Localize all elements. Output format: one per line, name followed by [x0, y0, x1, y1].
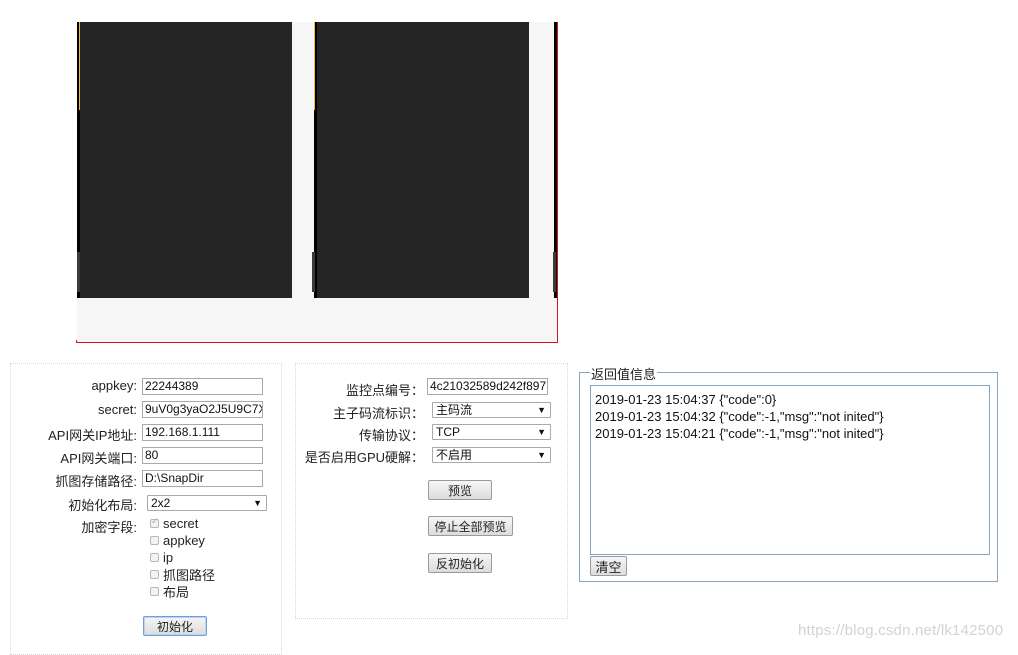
api-ip-label: API网关IP地址:	[48, 428, 137, 443]
video-pane-1[interactable]	[80, 22, 292, 298]
chevron-down-icon: ▼	[537, 450, 546, 460]
layout-select[interactable]: 2x2 ▼	[147, 495, 267, 511]
checkbox-label: 布局	[163, 585, 190, 600]
checkbox-icon[interactable]	[150, 536, 159, 545]
encrypt-option-appkey[interactable]: appkey	[150, 532, 205, 549]
preview-button[interactable]: 预览	[428, 480, 492, 500]
appkey-input[interactable]: 22244389	[142, 378, 263, 395]
checkbox-label: ip	[163, 550, 174, 565]
encrypt-option-secret[interactable]: secret	[150, 515, 198, 532]
secret-label: secret:	[97, 402, 137, 417]
log-line: 2019-01-23 15:04:21 {"code":-1,"msg":"no…	[595, 426, 884, 441]
snap-dir-label: 抓图存储路径:	[55, 474, 137, 489]
protocol-select[interactable]: TCP ▼	[432, 424, 551, 440]
encrypt-label: 加密字段:	[81, 520, 137, 535]
layout-label: 初始化布局:	[68, 498, 137, 513]
result-legend: 返回值信息	[590, 364, 658, 383]
video-pane-2[interactable]	[317, 22, 529, 298]
selected-pane-indicator	[314, 22, 315, 110]
checkbox-icon[interactable]	[150, 587, 159, 596]
checkbox-icon[interactable]	[150, 570, 159, 579]
watermark: https://blog.csdn.net/lk142500	[798, 622, 1004, 639]
stream-type-label: 主子码流标识：	[332, 406, 424, 421]
checkbox-label: appkey	[163, 533, 205, 548]
api-ip-input[interactable]: 192.168.1.111	[142, 424, 263, 441]
encrypt-option-snap-path[interactable]: 抓图路径	[150, 566, 215, 583]
protocol-label: 传输协议：	[358, 428, 424, 443]
uninit-button[interactable]: 反初始化	[428, 553, 492, 573]
clear-button[interactable]: 清空	[590, 556, 627, 576]
gpu-decode-label: 是否启用GPU硬解：	[304, 450, 424, 465]
log-line: 2019-01-23 15:04:32 {"code":-1,"msg":"no…	[595, 409, 884, 424]
init-button[interactable]: 初始化	[143, 616, 207, 636]
checkbox-checked-icon[interactable]	[150, 516, 159, 528]
log-line: 2019-01-23 15:04:37 {"code":0}	[595, 392, 777, 407]
encrypt-option-ip[interactable]: ip	[150, 549, 173, 566]
result-fieldset: 返回值信息 2019-01-23 15:04:37 {"code":0} 201…	[579, 364, 998, 582]
video-pane-bar	[553, 252, 556, 292]
secret-input[interactable]: 9uV0g3yaO2J5U9C7X	[142, 401, 263, 418]
api-port-input[interactable]: 80	[142, 447, 263, 464]
chevron-down-icon: ▼	[537, 405, 546, 415]
checkbox-label: secret	[163, 516, 199, 531]
checkbox-icon[interactable]	[150, 553, 159, 562]
result-log-textarea[interactable]: 2019-01-23 15:04:37 {"code":0} 2019-01-2…	[590, 385, 990, 555]
stream-type-value: 主码流	[436, 403, 473, 417]
camera-code-input[interactable]: 4c21032589d242f897	[427, 378, 548, 395]
layout-select-value: 2x2	[151, 496, 171, 510]
chevron-down-icon: ▼	[537, 427, 546, 437]
video-pane-bar	[312, 252, 315, 292]
gpu-decode-value: 不启用	[436, 448, 473, 462]
appkey-label: appkey:	[91, 378, 137, 393]
api-port-label: API网关端口:	[60, 451, 137, 466]
stop-all-preview-button[interactable]: 停止全部预览	[428, 516, 513, 536]
gpu-decode-select[interactable]: 不启用 ▼	[432, 447, 551, 463]
encrypt-option-layout[interactable]: 布局	[150, 583, 189, 600]
protocol-value: TCP	[436, 425, 460, 439]
chevron-down-icon: ▼	[253, 498, 262, 508]
video-container	[76, 22, 558, 343]
snap-dir-input[interactable]: D:\SnapDir	[142, 470, 263, 487]
selected-pane-indicator	[79, 22, 80, 110]
stream-type-select[interactable]: 主码流 ▼	[432, 402, 551, 418]
camera-code-label: 监控点编号：	[345, 383, 424, 398]
